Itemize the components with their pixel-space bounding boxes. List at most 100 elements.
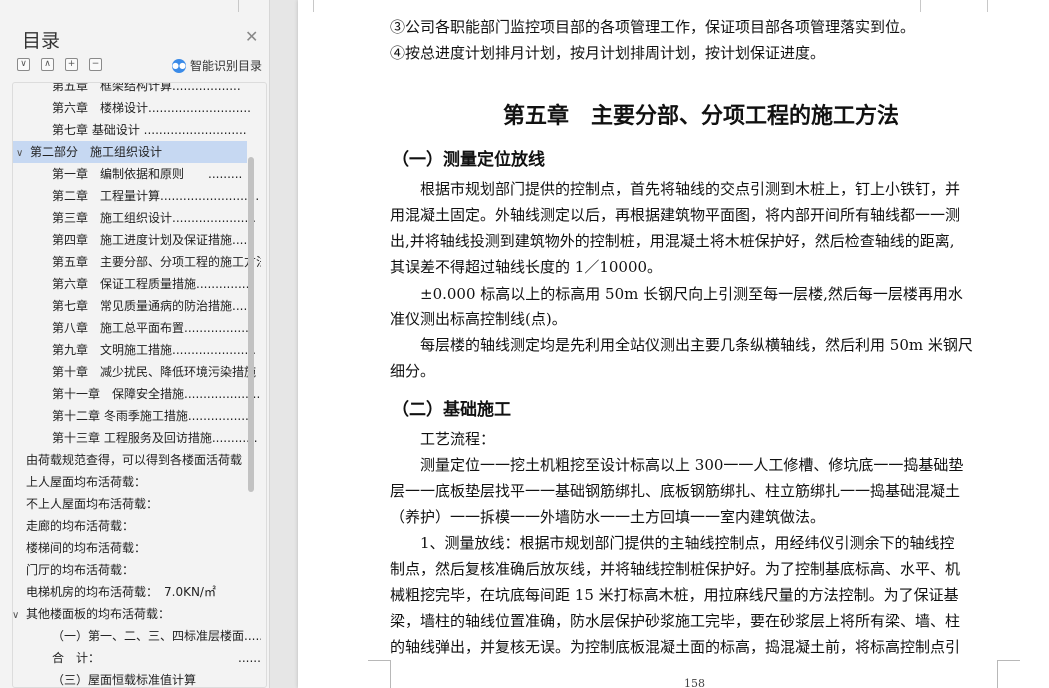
toc-entry[interactable]: 第三章 施工组织设计...................... bbox=[52, 207, 261, 229]
toc-entry[interactable]: 上人屋面均布活荷载： bbox=[26, 471, 261, 493]
toc-entry[interactable]: 第九章 文明施工措施...................... bbox=[52, 339, 261, 361]
body-line: 每层楼的轴线测定均是先利用全站仪测出主要几条纵横轴线，然后利用 50m 米钢尺 bbox=[390, 336, 973, 354]
toc-entry[interactable]: 第一章 编制依据和原则 ......... bbox=[52, 163, 261, 185]
body-line: 梁，墙柱的轴线位置准确，防水层保护砂浆施工完毕，要在砂浆层上将所有梁、墙、柱 bbox=[390, 612, 961, 630]
crop-mark bbox=[390, 660, 391, 688]
toc-entry-label: 第六章 楼梯设计........................... bbox=[52, 101, 251, 115]
chevron-down-icon[interactable]: ∨ bbox=[16, 143, 30, 163]
toc-entry-label: （三）屋面恒载标准值计算 bbox=[52, 673, 197, 687]
ruler-mark bbox=[987, 0, 988, 12]
toc-entry[interactable]: （一）第一、二、三、四标准层楼面...... bbox=[52, 625, 261, 647]
toc-entry[interactable]: 电梯机房的均布活荷载： 7.0KN/㎡ bbox=[26, 581, 261, 603]
toc-entry[interactable]: 第七章 基础设计 ........................... bbox=[52, 119, 261, 141]
body-line: 其误差不得超过轴线长度的 1／10000。 bbox=[390, 258, 663, 276]
toc-entry[interactable]: 第十三章 工程服务及回访措施............ bbox=[52, 427, 261, 449]
toc-entry-label: 由荷载规范查得，可以得到各楼面活荷载 bbox=[26, 453, 243, 467]
body-line: 制点，然后复核准确后放灰线，并将轴线控制桩保护好。为了控制基底标高、水平、机 bbox=[390, 560, 961, 578]
toc-entry-label: 合 计： ...... bbox=[52, 651, 261, 665]
body-line: 工艺流程： bbox=[390, 430, 496, 448]
toc-entry-label: 第五章 主要分部、分项工程的施工方法 bbox=[52, 255, 261, 269]
body-line: 用混凝土固定。外轴线测定以后，再根据建筑物平面图，将内部开间所有轴线都一一测 bbox=[390, 206, 961, 224]
toc-entry[interactable]: 第十二章 冬雨季施工措施................ bbox=[52, 405, 261, 427]
toc-entry[interactable]: 第五章 主要分部、分项工程的施工方法 bbox=[52, 251, 261, 273]
toc-entry-label: 第二部分 施工组织设计 bbox=[30, 145, 163, 159]
body-line: 测量定位一一挖土机粗挖至设计标高以上 300一一人工修槽、修坑底一一捣基础垫 bbox=[390, 456, 964, 474]
toc-entry[interactable]: 不上人屋面均布活荷载： bbox=[26, 493, 261, 515]
collapse-all-icon[interactable]: ∧ bbox=[41, 58, 54, 71]
toc-entry-label: 第六章 保证工程质量措施.............. bbox=[52, 277, 250, 291]
chevron-down-icon[interactable]: ∨ bbox=[12, 605, 26, 625]
crop-mark bbox=[998, 660, 1020, 661]
section-heading: （一）测量定位放线 bbox=[392, 150, 545, 170]
body-line: ±0.000 标高以上的标高用 50m 长钢尺向上引测至每一层楼,然后每一层楼再… bbox=[390, 285, 963, 303]
toc-entry-label: 第五章 框架结构计算.................. bbox=[52, 82, 241, 93]
toc-entry-label: 楼梯间的均布活荷载： bbox=[26, 541, 147, 555]
toc-entry[interactable]: 楼梯间的均布活荷载： bbox=[26, 537, 261, 559]
expand-all-icon[interactable]: ∨ bbox=[17, 58, 30, 71]
toc-entry[interactable]: 第七章 常见质量通病的防治措施...... bbox=[52, 295, 261, 317]
toc-entry[interactable]: 第六章 楼梯设计........................... bbox=[52, 97, 261, 119]
toc-entry[interactable]: ∨ 第二部分 施工组织设计 bbox=[12, 141, 247, 163]
toc-entry[interactable]: 由荷载规范查得，可以得到各楼面活荷载 bbox=[26, 449, 261, 471]
toc-title: 目录 bbox=[22, 30, 61, 52]
toc-entry-label: 第九章 文明施工措施...................... bbox=[52, 343, 256, 357]
section-heading: （二）基础施工 bbox=[392, 400, 511, 420]
ruler-mark bbox=[238, 0, 239, 12]
toc-entry[interactable]: 合 计： ...... bbox=[52, 647, 261, 669]
smart-detect-label: 智能识别目录 bbox=[190, 59, 263, 73]
toc-entry[interactable]: 第六章 保证工程质量措施.............. bbox=[52, 273, 261, 295]
toc-list: 第五章 框架结构计算.................. 第六章 楼梯设计....… bbox=[12, 82, 268, 688]
toc-entry[interactable]: 第十一章 保障安全措施.................... bbox=[52, 383, 261, 405]
body-line: （养护）一一拆模一一外墙防水一一土方回填一一室内建筑做法。 bbox=[390, 508, 826, 526]
toc-entry[interactable]: 第十章 减少扰民、降低环境污染措施 bbox=[52, 361, 261, 383]
close-icon[interactable]: ✕ bbox=[245, 27, 258, 46]
ruler-mark bbox=[920, 0, 921, 12]
body-line: ③公司各职能部门监控项目部的各项管理工作，保证项目部各项管理落实到位。 bbox=[390, 18, 916, 36]
toc-scrollbar-thumb[interactable] bbox=[248, 157, 254, 492]
toc-entry-label: 第八章 施工总平面布置.................. bbox=[52, 321, 253, 335]
add-entry-icon[interactable]: + bbox=[65, 58, 78, 71]
toc-entry-label: 不上人屋面均布活荷载： bbox=[26, 497, 159, 511]
toc-entry-label: 门厅的均布活荷载： bbox=[26, 563, 135, 577]
body-line: 根据市规划部门提供的控制点，首先将轴线的交点引测到木桩上，钉上小铁钉，并 bbox=[390, 180, 961, 198]
body-line: 出,并将轴线投测到建筑物外的控制桩，用混凝土将木桩保护好，然后检查轴线的距离, bbox=[390, 232, 955, 250]
toc-entry-label: （一）第一、二、三、四标准层楼面...... bbox=[52, 629, 261, 643]
toc-entry-label: 第七章 基础设计 ........................... bbox=[52, 123, 247, 137]
body-line: 准仪测出标高控制线(点)。 bbox=[390, 310, 567, 328]
toc-panel: 目录 ✕ ∨ ∧ + − ●● 智能识别目录 第五章 框架结构计算.......… bbox=[0, 0, 270, 688]
crop-mark bbox=[997, 660, 998, 688]
toc-entry[interactable]: ∨ 其他楼面板的均布活荷载： bbox=[12, 603, 247, 625]
body-line: 的轴线弹出，并复核无误。为控制底板混凝土面的标高，捣混凝土前，将标高控制点引 bbox=[390, 638, 961, 656]
smart-detect-toc-button[interactable]: ●● 智能识别目录 bbox=[172, 57, 262, 74]
toc-entry-label: 第三章 施工组织设计...................... bbox=[52, 211, 256, 225]
toc-entry-label: 第十三章 工程服务及回访措施............ bbox=[52, 431, 258, 445]
toc-entry[interactable]: 门厅的均布活荷载： bbox=[26, 559, 261, 581]
page-number: 158 bbox=[684, 677, 705, 688]
toc-entry[interactable]: 第二章 工程量计算.......................... bbox=[52, 185, 261, 207]
toc-entry[interactable]: 走廊的均布活荷载： bbox=[26, 515, 261, 537]
toc-entry-label: 第一章 编制依据和原则 ......... bbox=[52, 167, 243, 181]
toc-entry-label: 第十一章 保障安全措施.................... bbox=[52, 387, 261, 401]
body-line: ④按总进度计划排月计划，按月计划排周计划，按计划保证进度。 bbox=[390, 44, 826, 62]
smart-detect-icon: ●● bbox=[172, 58, 186, 73]
remove-entry-icon[interactable]: − bbox=[89, 58, 102, 71]
chapter-heading: 第五章 主要分部、分项工程的施工方法 bbox=[503, 103, 900, 129]
toc-entry-label: 走廊的均布活荷载： bbox=[26, 519, 135, 533]
toc-entry-label: 第四章 施工进度计划及保证措施...... bbox=[52, 233, 255, 247]
toc-entry-label: 电梯机房的均布活荷载： 7.0KN/㎡ bbox=[26, 585, 216, 599]
body-line: 1、测量放线：根据市规划部门提供的主轴线控制点，用经纬仪引测余下的轴线控 bbox=[390, 534, 955, 552]
crop-mark bbox=[368, 660, 390, 661]
toc-entry-label: 第十章 减少扰民、降低环境污染措施 bbox=[52, 365, 257, 379]
toc-entry[interactable]: 第八章 施工总平面布置.................. bbox=[52, 317, 261, 339]
toc-entry-label: 第二章 工程量计算.......................... bbox=[52, 189, 260, 203]
toc-entry[interactable]: 第四章 施工进度计划及保证措施...... bbox=[52, 229, 261, 251]
body-line: 械粗挖完毕，在坑底每间距 15 米打标高木桩，用拉麻线尺量的方法控制。为了保证基 bbox=[390, 586, 959, 604]
toc-entry[interactable]: （三）屋面恒载标准值计算 bbox=[52, 669, 261, 688]
body-line: 细分。 bbox=[390, 362, 436, 380]
toc-entry-label: 第七章 常见质量通病的防治措施...... bbox=[52, 299, 255, 313]
toc-entry-label: 上人屋面均布活荷载： bbox=[26, 475, 147, 489]
toc-entry[interactable]: 第五章 框架结构计算.................. bbox=[52, 82, 261, 97]
ruler-mark bbox=[313, 0, 314, 12]
body-line: 层一一底板垫层找平一一基础钢筋绑扎、底板钢筋绑扎、柱立筋绑扎一一捣基础混凝土 bbox=[390, 482, 961, 500]
toc-entry-label: 其他楼面板的均布活荷载： bbox=[26, 607, 171, 621]
